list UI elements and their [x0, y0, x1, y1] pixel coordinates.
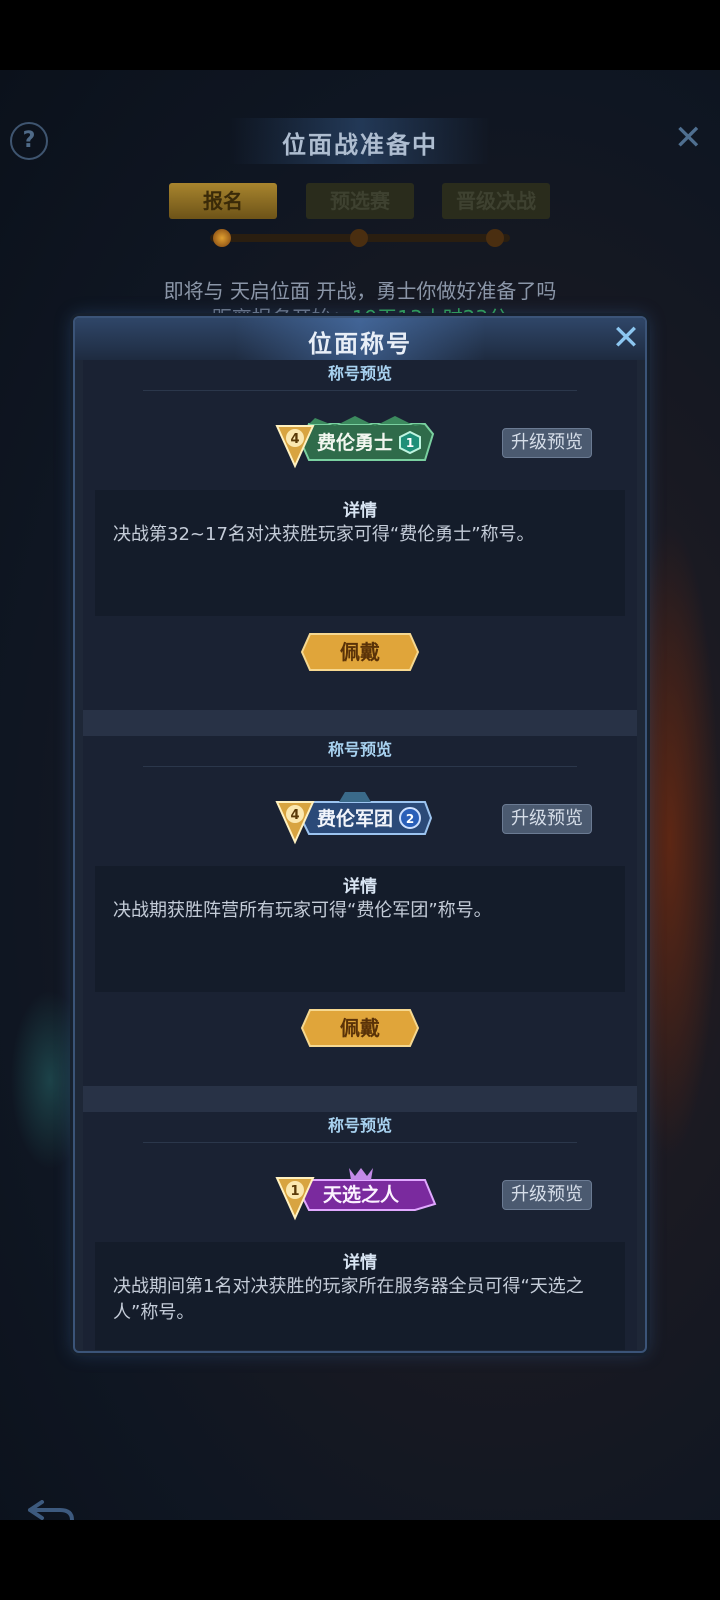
title-badge-emblem: 1 天选之人	[275, 1168, 437, 1221]
badge-name: 费伦军团	[317, 807, 393, 830]
title-card: 称号预览 4 费伦军团 2 升级预览 详情 决战期获胜阵营所有玩家可得“费伦军团…	[83, 736, 637, 1086]
modal-title: 位面称号	[308, 329, 412, 358]
detail-title: 详情	[343, 1253, 377, 1273]
detail-box: 详情 决战期间第1名对决获胜的玩家所在服务器全员可得“天选之人”称号。	[95, 1242, 625, 1350]
card-divider	[143, 1142, 577, 1143]
stage-dot-preliminary	[350, 229, 368, 247]
stage-dot-signup	[213, 229, 231, 247]
navigation-bar	[0, 1520, 720, 1600]
status-bar	[0, 0, 720, 70]
upgrade-preview-button[interactable]: 升级预览	[502, 1180, 592, 1210]
detail-box: 详情 决战第32~17名对决获胜玩家可得“费伦勇士”称号。	[95, 490, 625, 616]
badge-name: 天选之人	[323, 1183, 400, 1206]
title-card: 称号预览 1 天选之人 升级预览 详情 决战期间第1名对决获胜的玩家所在服务器全…	[83, 1112, 637, 1350]
tab-final[interactable]: 晋级决战	[442, 183, 550, 219]
title-badge-emblem: 4 费伦勇士 1	[275, 416, 435, 469]
battle-message: 即将与 天启位面 开战，勇士你做好准备了吗	[163, 279, 557, 303]
modal-close-icon[interactable]: ✕	[607, 318, 645, 358]
card-divider	[143, 766, 577, 767]
badge-rank: 1	[290, 1184, 299, 1199]
wear-button[interactable]: 佩戴	[300, 632, 420, 672]
tab-signup[interactable]: 报名	[169, 183, 277, 219]
stage-dot-final	[486, 229, 504, 247]
screen-title: 位面战准备中	[282, 130, 438, 159]
card-header: 称号预览	[327, 364, 392, 383]
detail-text: 决战期间第1名对决获胜的玩家所在服务器全员可得“天选之人”称号。	[113, 1276, 584, 1323]
detail-box: 详情 决战期获胜阵营所有玩家可得“费伦军团”称号。	[95, 866, 625, 992]
detail-text: 决战期获胜阵营所有玩家可得“费伦军团”称号。	[113, 900, 492, 921]
detail-text: 决战第32~17名对决获胜玩家可得“费伦勇士”称号。	[113, 524, 535, 545]
badge-rank: 4	[290, 432, 299, 447]
detail-title: 详情	[343, 501, 377, 521]
card-separator	[83, 710, 637, 736]
badge-level: 1	[406, 436, 414, 450]
badge-name: 费伦勇士	[317, 431, 393, 454]
wear-button-label: 佩戴	[340, 1016, 380, 1040]
badge-rank: 4	[290, 808, 299, 823]
wear-button-label: 佩戴	[340, 640, 380, 664]
title-card: 称号预览 4 费伦勇士 1 升级预览 详情 决战第32~17名对决获胜玩家可得“…	[83, 360, 637, 710]
wear-button[interactable]: 佩戴	[300, 1008, 420, 1048]
upgrade-preview-button[interactable]: 升级预览	[502, 804, 592, 834]
screen-close-icon[interactable]: ✕	[674, 118, 703, 158]
title-list[interactable]: 称号预览 4 费伦勇士 1 升级预览 详情 决战第32~17名对决获胜玩家可得“…	[83, 360, 637, 1350]
card-header: 称号预览	[327, 1116, 392, 1135]
title-modal: 位面称号 ✕ 称号预览 4 费伦勇士 1 升级预览 详情 决战第32~17名对决…	[73, 316, 647, 1353]
detail-title: 详情	[343, 877, 377, 897]
card-separator	[83, 1086, 637, 1112]
badge-level: 2	[406, 812, 414, 826]
card-divider	[143, 390, 577, 391]
title-badge-emblem: 4 费伦军团 2	[275, 792, 433, 845]
upgrade-preview-button[interactable]: 升级预览	[502, 428, 592, 458]
tab-preliminary[interactable]: 预选赛	[306, 183, 414, 219]
card-header: 称号预览	[327, 740, 392, 759]
